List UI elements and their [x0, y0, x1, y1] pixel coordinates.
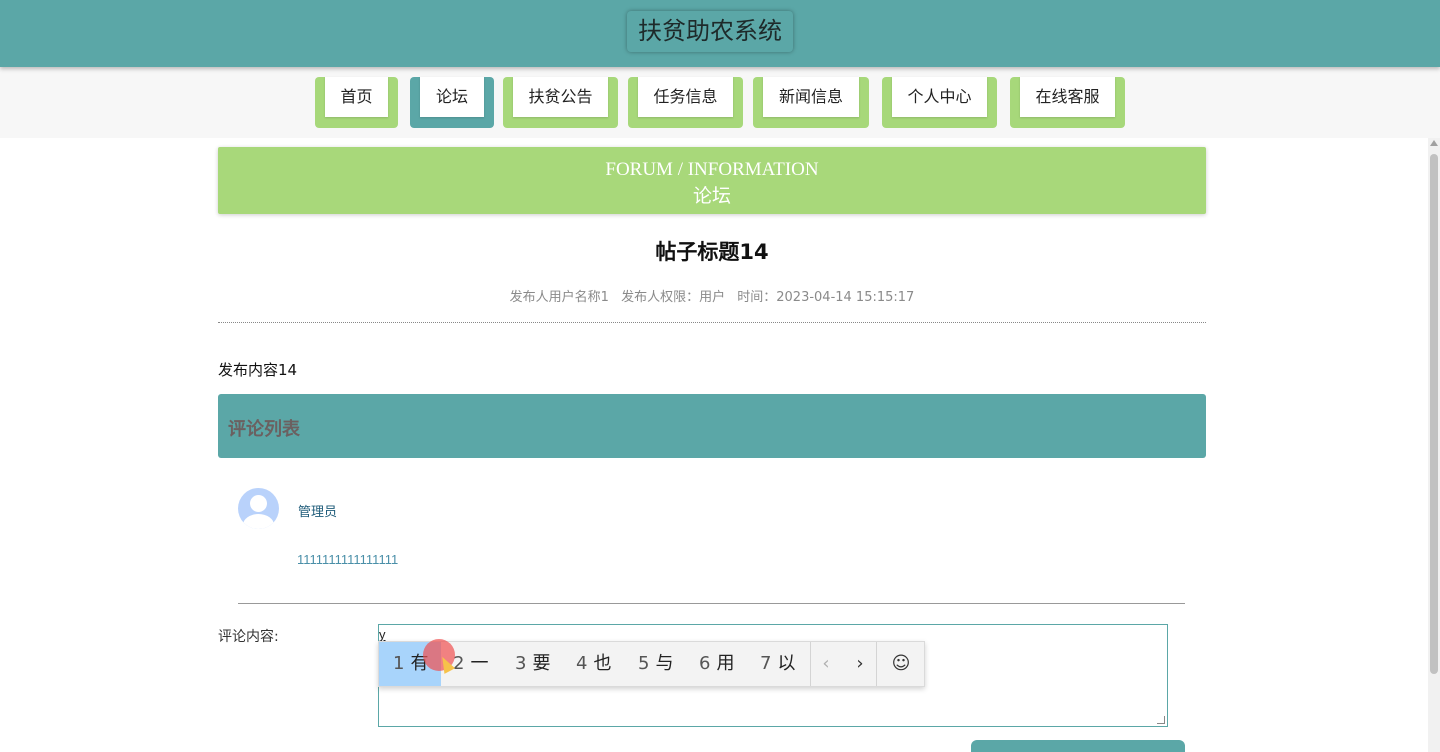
nav-item-label: 扶贫公告: [513, 77, 608, 117]
post-meta: 发布人用户名称1 发布人权限：用户 时间：2023-04-14 15:15:17: [218, 286, 1206, 305]
divider: [218, 322, 1206, 323]
nav-item-home[interactable]: 首页: [315, 77, 398, 128]
post-time: 时间：2023-04-14 15:15:17: [737, 290, 915, 305]
chevron-right-icon[interactable]: ›: [847, 642, 873, 686]
scrollbar-thumb[interactable]: [1430, 154, 1438, 674]
nav-item-label: 个人中心: [892, 77, 987, 117]
comment-typed-text: y: [379, 627, 386, 642]
comment-text: 1111111111111111: [297, 552, 399, 567]
comment-form-label: 评论内容:: [218, 629, 279, 645]
post-title: 帖子标题14: [655, 240, 769, 264]
nav-item-label: 首页: [325, 77, 388, 117]
main-nav: 首页 论坛 扶贫公告 任务信息 新闻信息 个人中心 在线客服: [0, 67, 1440, 138]
submit-comment-button[interactable]: [971, 740, 1185, 752]
nav-item-online-service[interactable]: 在线客服: [1010, 77, 1125, 128]
nav-item-announcements[interactable]: 扶贫公告: [503, 77, 618, 128]
ime-candidate[interactable]: 5与: [638, 642, 673, 686]
comment-username: 管理员: [298, 505, 338, 520]
scroll-up-icon[interactable]: [1430, 140, 1438, 146]
comment-divider: [238, 603, 1185, 604]
nav-item-tasks[interactable]: 任务信息: [628, 77, 743, 128]
post-content: 发布内容14: [218, 361, 298, 379]
site-title: 扶贫助农系统: [627, 11, 793, 52]
ime-separator: [876, 642, 877, 686]
ime-candidate[interactable]: 7以: [760, 642, 795, 686]
nav-item-personal-center[interactable]: 个人中心: [882, 77, 997, 128]
post-role: 发布人权限：用户: [621, 290, 726, 305]
chevron-left-icon[interactable]: ‹: [813, 642, 839, 686]
banner-chinese-title: 论坛: [692, 185, 731, 207]
comments-header: 评论列表: [218, 394, 1206, 458]
ime-candidate[interactable]: 6用: [699, 642, 734, 686]
nav-item-label: 新闻信息: [763, 77, 859, 117]
ime-candidate[interactable]: 4也: [576, 642, 611, 686]
user-avatar-icon: [238, 488, 279, 529]
ime-separator: [810, 642, 811, 686]
ime-candidate-popup: 1有 2一 3要 4也 5与 6用 7以 ‹ › ☺: [378, 641, 925, 687]
comments-header-label: 评论列表: [228, 419, 300, 440]
banner-english-title: FORUM / INFORMATION: [605, 159, 819, 180]
nav-item-label: 论坛: [420, 77, 484, 117]
page-scrollbar[interactable]: [1428, 138, 1440, 752]
section-banner: FORUM / INFORMATION 论坛: [218, 147, 1206, 214]
ime-candidate[interactable]: 3要: [515, 642, 550, 686]
nav-item-label: 任务信息: [638, 77, 733, 117]
emoji-icon[interactable]: ☺: [883, 642, 919, 686]
top-header: 扶贫助农系统: [0, 0, 1440, 67]
post-author: 发布人用户名称1: [509, 290, 609, 305]
resize-handle-icon[interactable]: [1157, 716, 1165, 724]
ime-candidate[interactable]: 2一: [453, 642, 488, 686]
nav-item-news[interactable]: 新闻信息: [753, 77, 869, 128]
nav-item-forum[interactable]: 论坛: [410, 77, 494, 128]
nav-item-label: 在线客服: [1020, 77, 1115, 117]
